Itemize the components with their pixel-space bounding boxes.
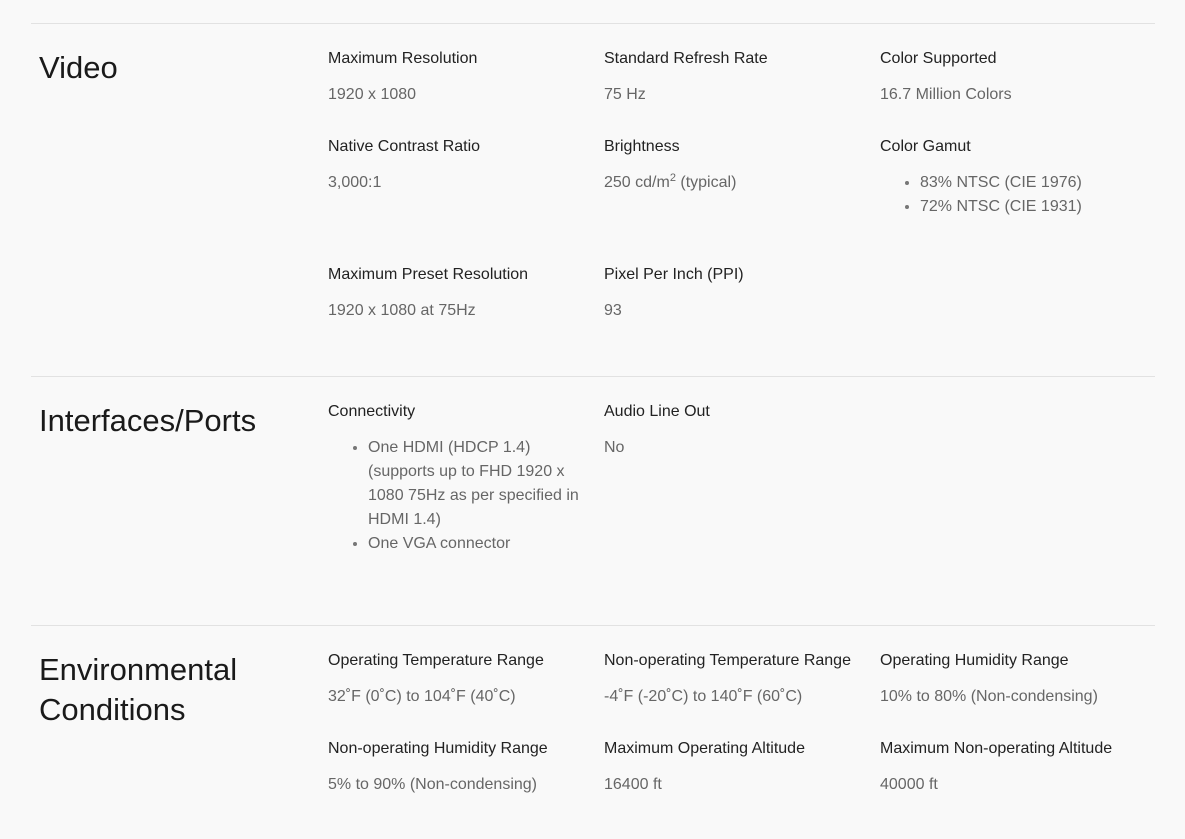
spec-value: 16.7 Million Colors [880,86,1012,103]
color-gamut-list: 83% NTSC (CIE 1976) 72% NTSC (CIE 1931) [880,171,1140,219]
spec-value: 250 cd/m2 (typical) [604,171,864,195]
spec-label: Pixel Per Inch (PPI) [604,266,744,283]
divider-video-interfaces [31,376,1155,377]
section-title-video: Video [39,50,118,85]
spec-label: Maximum Preset Resolution [328,266,529,283]
spec-value: 1920 x 1080 at 75Hz [328,302,476,319]
spec-label: Brightness [604,138,680,155]
spec-nonoperating-humidity: Non-operating Humidity Range 5% to 90% (… [328,737,588,797]
spec-value: 10% to 80% (Non-condensing) [880,688,1098,705]
spec-nonoperating-altitude: Maximum Non-operating Altitude 40000 ft [880,737,1170,797]
spec-ppi: Pixel Per Inch (PPI) 93 [604,263,864,323]
list-item: 83% NTSC (CIE 1976) [920,171,1140,195]
spec-connectivity: Connectivity One HDMI (HDCP 1.4) (suppor… [328,400,590,556]
spec-value: 16400 ft [604,776,662,793]
spec-value: 3,000:1 [328,174,382,191]
spec-label: Maximum Operating Altitude [604,740,805,757]
spec-label: Maximum Resolution [328,50,478,67]
spec-label: Standard Refresh Rate [604,50,768,67]
spec-label: Color Gamut [880,138,971,155]
spec-operating-humidity: Operating Humidity Range 10% to 80% (Non… [880,649,1140,709]
spec-value: -4˚F (-20˚C) to 140˚F (60˚C) [604,688,803,705]
divider-top [31,23,1155,24]
section-title-environmental: Environmental Conditions [39,650,299,730]
spec-label: Connectivity [328,403,416,420]
spec-audio-line-out: Audio Line Out No [604,400,864,460]
section-title-interfaces: Interfaces/Ports [39,403,257,438]
brightness-value-suffix: (typical) [675,174,737,191]
connectivity-list: One HDMI (HDCP 1.4) (supports up to FHD … [328,436,590,556]
spec-operating-altitude: Maximum Operating Altitude 16400 ft [604,737,864,797]
spec-contrast-ratio: Native Contrast Ratio 3,000:1 [328,135,588,195]
spec-nonoperating-temperature: Non-operating Temperature Range -4˚F (-2… [604,649,864,709]
section-title-line: Conditions [39,692,186,727]
spec-value: 75 Hz [604,86,646,103]
spec-label: Color Supported [880,50,997,67]
spec-value: No [604,439,625,456]
spec-label: Non-operating Temperature Range [604,652,851,669]
spec-label: Native Contrast Ratio [328,138,481,155]
list-item: One VGA connector [368,532,590,556]
brightness-value-prefix: 250 cd/m [604,174,670,191]
spec-operating-temperature: Operating Temperature Range 32˚F (0˚C) t… [328,649,588,709]
spec-color-gamut: Color Gamut 83% NTSC (CIE 1976) 72% NTSC… [880,135,1140,219]
divider-interfaces-environmental [31,625,1155,626]
spec-label: Audio Line Out [604,403,710,420]
spec-value: 1920 x 1080 [328,86,417,103]
spec-value: 93 [604,302,622,319]
spec-value: 5% to 90% (Non-condensing) [328,776,538,793]
spec-color-supported: Color Supported 16.7 Million Colors [880,47,1140,107]
spec-value: 32˚F (0˚C) to 104˚F (40˚C) [328,688,516,705]
spec-value: 40000 ft [880,776,938,793]
spec-max-resolution: Maximum Resolution 1920 x 1080 [328,47,588,107]
list-item: 72% NTSC (CIE 1931) [920,195,1140,219]
spec-label: Maximum Non-operating Altitude [880,740,1113,757]
spec-refresh-rate: Standard Refresh Rate 75 Hz [604,47,864,107]
spec-label: Operating Humidity Range [880,652,1069,669]
list-item: One HDMI (HDCP 1.4) (supports up to FHD … [368,436,590,532]
spec-label: Operating Temperature Range [328,652,544,669]
section-title-line: Environmental [39,652,238,687]
spec-page: Video Maximum Resolution 1920 x 1080 Sta… [0,0,1185,839]
spec-max-preset-resolution: Maximum Preset Resolution 1920 x 1080 at… [328,263,588,323]
spec-label: Non-operating Humidity Range [328,740,548,757]
spec-brightness: Brightness 250 cd/m2 (typical) [604,135,864,195]
